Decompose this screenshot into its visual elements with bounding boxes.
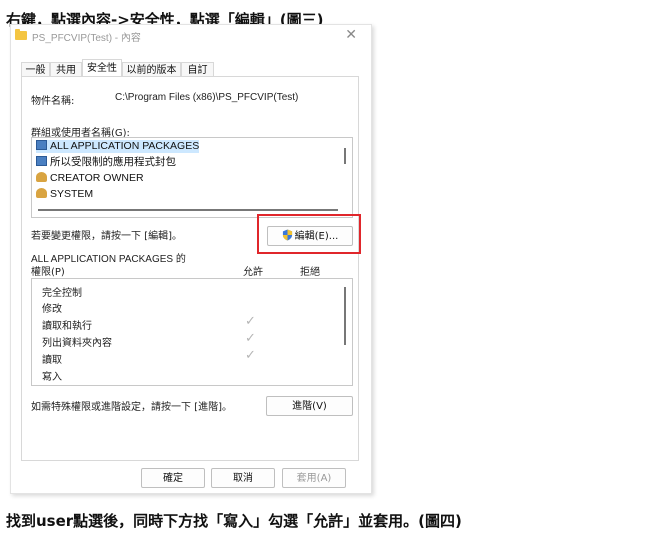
allow-check-icon: ✓ xyxy=(245,348,256,363)
group-item-all-app-packages[interactable]: ALL APPLICATION PACKAGES xyxy=(36,140,200,153)
allow-check-icon: ✓ xyxy=(245,331,256,346)
tab-security[interactable]: 安全性 xyxy=(82,59,122,77)
bottom-caption: 找到user點選後，同時下方找「寫入」勾選「允許」並套用。(圖四) xyxy=(6,512,462,530)
users-icon xyxy=(36,172,47,182)
advanced-button[interactable]: 進階(V) xyxy=(266,396,353,416)
allow-check-icon: ✓ xyxy=(245,314,256,329)
allow-column-header: 允許 xyxy=(243,267,263,278)
tab-general[interactable]: 一般 xyxy=(21,62,50,77)
permission-row-write: 寫入 xyxy=(42,372,62,383)
window-title: PS_PFCVIP(Test) - 內容 xyxy=(32,33,141,44)
dialog-footer: 確定 取消 套用(A) xyxy=(11,463,371,493)
deny-column-header: 拒絕 xyxy=(300,267,320,278)
properties-dialog: PS_PFCVIP(Test) - 內容 ✕ 一般 共用 安全性 以前的版本 自… xyxy=(10,24,372,494)
permission-row-list-folder: 列出資料夾內容 xyxy=(42,338,112,349)
group-item-restricted-packages[interactable]: 所以受限制的應用程式封包 xyxy=(36,156,176,169)
package-icon xyxy=(36,156,47,166)
group-horizontal-scrollbar[interactable] xyxy=(38,209,338,211)
permissions-vertical-scrollbar[interactable] xyxy=(344,287,346,345)
users-icon xyxy=(36,188,47,198)
ok-button[interactable]: 確定 xyxy=(141,468,205,488)
permissions-header-line2: 權限(P) xyxy=(31,267,65,278)
group-item-system[interactable]: SYSTEM xyxy=(36,188,93,201)
tab-previous-versions[interactable]: 以前的版本 xyxy=(122,62,181,77)
object-name-value: C:\Program Files (x86)\PS_PFCVIP(Test) xyxy=(115,92,299,103)
object-name-label: 物件名稱: xyxy=(31,96,75,107)
package-icon xyxy=(36,140,47,150)
folder-icon xyxy=(15,29,27,40)
close-icon[interactable]: ✕ xyxy=(345,27,357,43)
group-listbox[interactable]: ALL APPLICATION PACKAGES 所以受限制的應用程式封包 CR… xyxy=(31,137,353,218)
apply-button[interactable]: 套用(A) xyxy=(282,468,346,488)
permission-row-read: 讀取 xyxy=(42,355,62,366)
cancel-button[interactable]: 取消 xyxy=(211,468,275,488)
group-item-creator-owner[interactable]: CREATOR OWNER xyxy=(36,172,144,185)
permission-row-modify: 修改 xyxy=(42,304,62,315)
advanced-hint: 如需特殊權限或進階設定，請按一下 [進階]。 xyxy=(31,402,232,413)
permission-row-read-execute: 讀取和執行 xyxy=(42,321,92,332)
group-vertical-scrollbar[interactable] xyxy=(344,148,346,164)
title-bar: PS_PFCVIP(Test) - 內容 ✕ xyxy=(11,25,371,47)
edit-button-highlight xyxy=(257,214,361,254)
permissions-listbox[interactable]: 完全控制 修改 讀取和執行 ✓ 列出資料夾內容 ✓ 讀取 ✓ 寫入 xyxy=(31,278,353,386)
tab-sharing[interactable]: 共用 xyxy=(50,62,82,77)
permission-row-full-control: 完全控制 xyxy=(42,288,82,299)
tab-customize[interactable]: 自訂 xyxy=(181,62,214,77)
edit-hint: 若要變更權限，請按一下 [編輯]。 xyxy=(31,231,182,242)
